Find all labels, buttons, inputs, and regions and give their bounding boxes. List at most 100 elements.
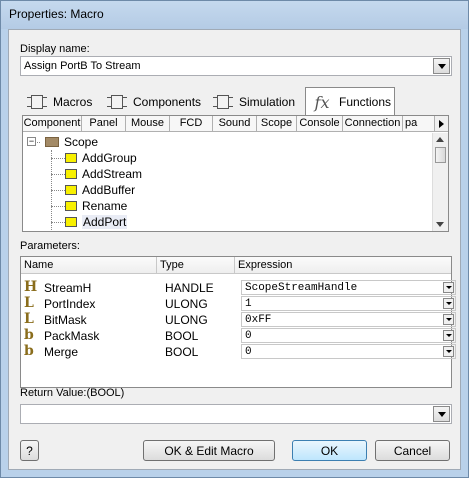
subtab-scroll-right-button[interactable] xyxy=(434,116,448,131)
properties-window: Properties: Macro Display name: Assign P… xyxy=(0,0,469,478)
table-row[interactable]: b PackMask BOOL 0 xyxy=(24,327,456,344)
tab-simulation-label: Simulation xyxy=(239,95,296,109)
cancel-button[interactable]: Cancel xyxy=(375,440,450,461)
param-expression-field[interactable]: 0 xyxy=(241,344,456,359)
subtab-component[interactable]: Component xyxy=(23,116,82,131)
tab-macros-label: Macros xyxy=(53,95,93,109)
tree-root-label: Scope xyxy=(64,135,99,149)
column-type[interactable]: Type xyxy=(160,259,184,271)
subtab-fcd[interactable]: FCD xyxy=(170,116,213,131)
param-expression: 0xFF xyxy=(245,314,272,326)
tab-functions-label: Functions xyxy=(339,95,392,109)
macro-icon xyxy=(65,169,77,179)
param-expression: 1 xyxy=(245,298,252,310)
handle-type-icon: H xyxy=(24,279,38,295)
table-row[interactable]: H StreamH HANDLE ScopeStreamHandle xyxy=(24,279,456,296)
subtab-sound[interactable]: Sound xyxy=(213,116,257,131)
dialog-client: Display name: Assign PortB To Stream Mac… xyxy=(8,29,461,470)
param-expression: 0 xyxy=(245,346,252,358)
param-type: BOOL xyxy=(165,329,199,343)
tree-item-label: Rename xyxy=(82,199,128,213)
param-type: HANDLE xyxy=(165,281,214,295)
scroll-down-icon[interactable] xyxy=(436,222,444,227)
simulation-icon xyxy=(213,94,233,110)
expression-dropdown-button[interactable] xyxy=(443,298,454,309)
macro-icon xyxy=(65,185,77,195)
folder-icon xyxy=(45,137,59,147)
expression-dropdown-button[interactable] xyxy=(443,282,454,293)
functions-panel: Component Panel Mouse FCD Sound Scope Co… xyxy=(22,115,449,232)
subtab-console[interactable]: Console xyxy=(297,116,343,131)
parameters-label: Parameters: xyxy=(20,240,80,252)
tree-item-label: AddBuffer xyxy=(82,183,136,197)
param-expression: ScopeStreamHandle xyxy=(245,282,358,294)
title-bar: Properties: Macro xyxy=(1,1,468,29)
param-name: Merge xyxy=(44,345,79,359)
scroll-thumb[interactable] xyxy=(435,147,446,163)
scroll-up-icon[interactable] xyxy=(436,137,444,142)
tree-item-label: AddStream xyxy=(82,167,143,181)
chevron-down-icon xyxy=(437,411,446,417)
ulong-type-icon: L xyxy=(24,311,34,327)
tab-simulation[interactable]: Simulation xyxy=(208,89,311,115)
subtab-bar: Component Panel Mouse FCD Sound Scope Co… xyxy=(23,116,448,132)
tree-item-label: AddGroup xyxy=(82,151,137,165)
subtab-pa[interactable]: pa xyxy=(403,116,433,131)
components-icon xyxy=(107,94,127,110)
column-name[interactable]: Name xyxy=(24,259,53,271)
tab-components[interactable]: Components xyxy=(102,89,207,115)
tree-scrollbar[interactable] xyxy=(432,133,448,231)
tree-item[interactable]: AddGroup xyxy=(65,150,137,166)
param-expression-field[interactable]: 0xFF xyxy=(241,312,456,327)
param-type: ULONG xyxy=(165,313,208,327)
param-type: BOOL xyxy=(165,345,199,359)
tab-components-label: Components xyxy=(133,95,202,109)
subtab-scope[interactable]: Scope xyxy=(257,116,297,131)
param-name: PortIndex xyxy=(44,297,96,311)
param-name: BitMask xyxy=(44,313,87,327)
collapse-toggle[interactable]: − xyxy=(27,137,36,146)
tree-item-selected[interactable]: AddPort xyxy=(65,214,128,230)
column-expression[interactable]: Expression xyxy=(238,259,292,271)
table-row[interactable]: L PortIndex ULONG 1 xyxy=(24,295,456,312)
ulong-type-icon: L xyxy=(24,295,34,311)
parameters-header: Name Type Expression xyxy=(21,257,451,274)
return-value-dropdown-button[interactable] xyxy=(433,406,450,422)
chevron-right-icon xyxy=(439,119,444,128)
tree-root-scope[interactable]: Scope xyxy=(45,134,98,150)
macros-icon xyxy=(27,94,47,110)
table-row[interactable]: L BitMask ULONG 0xFF xyxy=(24,311,456,328)
macro-icon xyxy=(65,217,77,227)
macro-icon xyxy=(65,153,77,163)
ok-edit-macro-button[interactable]: OK & Edit Macro xyxy=(143,440,275,461)
tab-macros[interactable]: Macros xyxy=(22,89,110,115)
subtab-connection[interactable]: Connection xyxy=(343,116,403,131)
tree-item[interactable]: AddBuffer xyxy=(65,182,135,198)
param-expression-field[interactable]: ScopeStreamHandle xyxy=(241,280,456,295)
param-name: StreamH xyxy=(44,281,92,295)
bool-type-icon: b xyxy=(24,327,34,343)
expression-dropdown-button[interactable] xyxy=(443,346,454,357)
param-expression-field[interactable]: 0 xyxy=(241,328,456,343)
tree-item[interactable]: Rename xyxy=(65,198,127,214)
ok-button[interactable]: OK xyxy=(292,440,367,461)
display-name-value: Assign PortB To Stream xyxy=(24,60,141,72)
expression-dropdown-button[interactable] xyxy=(443,314,454,325)
chevron-down-icon xyxy=(437,63,446,69)
display-name-combo[interactable]: Assign PortB To Stream xyxy=(20,56,452,76)
parameters-table: Name Type Expression H StreamH HANDLE Sc… xyxy=(20,256,456,388)
return-value-combo[interactable] xyxy=(20,404,452,424)
category-tabs: Macros Components Simulation fx Function… xyxy=(22,87,449,116)
tab-functions[interactable]: fx Functions xyxy=(305,87,395,116)
help-button[interactable]: ? xyxy=(20,440,39,461)
functions-icon: fx xyxy=(314,92,330,112)
subtab-mouse[interactable]: Mouse xyxy=(126,116,170,131)
display-name-dropdown-button[interactable] xyxy=(433,58,450,74)
expression-dropdown-button[interactable] xyxy=(443,330,454,341)
subtab-panel[interactable]: Panel xyxy=(82,116,126,131)
param-expression-field[interactable]: 1 xyxy=(241,296,456,311)
macro-icon xyxy=(65,201,77,211)
window-title: Properties: Macro xyxy=(9,7,104,21)
tree-item[interactable]: AddStream xyxy=(65,166,142,182)
table-row[interactable]: b Merge BOOL 0 xyxy=(24,344,456,360)
